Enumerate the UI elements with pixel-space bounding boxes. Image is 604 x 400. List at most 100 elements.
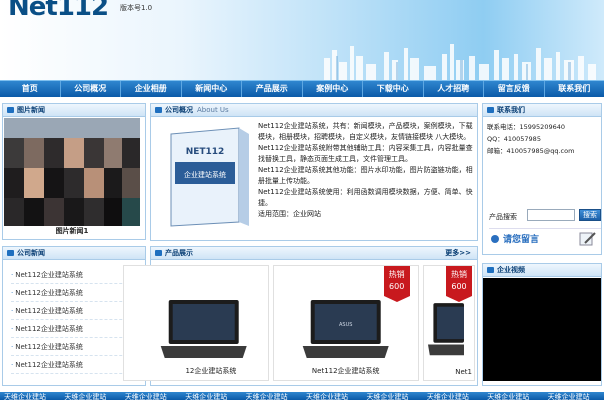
nav-cases[interactable]: 案例中心 — [303, 81, 363, 97]
photo-news-title: 图片新闻 — [17, 106, 45, 114]
site-header: Net112 版本号1.0 — [0, 0, 604, 80]
contact-phone: 联系电话：15995209640 — [487, 123, 565, 131]
badge-price: 600 — [389, 282, 405, 291]
list-item-label: Net112企业建站系统 — [15, 343, 83, 351]
software-box-image[interactable]: NET112 企业建站系统 — [159, 122, 256, 232]
guestbook-link[interactable]: 请您留言 — [489, 228, 601, 248]
nav-guestbook[interactable]: 留言反馈 — [484, 81, 545, 97]
list-item[interactable]: · Net112企业建站系统 — [11, 284, 137, 302]
main-nav: 首页 公司概况 企业相册 新闻中心 产品展示 案例中心 下载中心 人才招聘 留言… — [0, 80, 604, 97]
about-panel: 公司概况 About Us NET112 企业建站系统 Net112企业建站系统，… — [150, 103, 478, 241]
badge-label: 热销 — [451, 270, 467, 279]
pencil-note-icon — [579, 232, 596, 246]
laptop-image — [427, 303, 464, 356]
nav-downloads[interactable]: 下载中心 — [363, 81, 424, 97]
footer-link[interactable]: 天维企业建站 — [544, 392, 604, 400]
contact-info: 联系电话：15995209640 QQ：410057985 邮箱：4100579… — [483, 117, 601, 161]
product-card[interactable]: 热销 600 ASUS Net112企业建站系统 — [272, 265, 419, 381]
list-item-label: Net112企业建站系统 — [15, 361, 83, 369]
badge-price: 600 — [451, 282, 467, 291]
bullet-icon: · — [11, 343, 14, 351]
search-button[interactable]: 搜索 — [579, 209, 601, 221]
site-logo[interactable]: Net112 — [8, 0, 109, 22]
square-icon — [487, 267, 494, 273]
video-header: 企业视频 — [483, 264, 601, 277]
square-icon — [155, 107, 162, 113]
square-icon — [487, 107, 494, 113]
footer-link[interactable]: 天维企业建站 — [242, 392, 302, 400]
about-paragraph: Net112企业建站系统附带其他辅助工具：内容采集工具，内容批量查找替换工具，静… — [258, 144, 473, 163]
contact-qq: QQ：410057985 — [487, 135, 541, 143]
footer-link[interactable]: 天维企业建站 — [0, 392, 60, 400]
footer-links: 天维企业建站 天维企业建站 天维企业建站 天维企业建站 天维企业建站 天维企业建… — [0, 392, 604, 400]
about-header: 公司概况 About Us — [151, 104, 477, 117]
version-label: 版本号1.0 — [120, 4, 153, 12]
list-item[interactable]: · Net112企业建站系统 — [11, 320, 137, 338]
list-item-label: Net112企业建站系统 — [15, 307, 83, 315]
company-news-title: 公司新闻 — [17, 249, 45, 257]
search-label: 产品搜索 — [489, 213, 517, 221]
product-search-input[interactable] — [527, 209, 575, 221]
product-name: Net112企业建站系统 — [311, 367, 380, 375]
box-brand: NET112 — [186, 147, 225, 157]
list-item[interactable]: · Net112企业建站系统 — [11, 356, 137, 374]
hot-sale-badge: 热销 600 — [446, 266, 472, 302]
bullet-icon: · — [11, 307, 14, 315]
laptop-image: ASUS — [302, 300, 389, 358]
about-paragraph: 适用范围：企业网站 — [258, 210, 321, 218]
nav-home[interactable]: 首页 — [0, 81, 61, 97]
nav-products[interactable]: 产品展示 — [242, 81, 303, 97]
svg-text:ASUS: ASUS — [339, 322, 352, 328]
list-item[interactable]: · Net112企业建站系统 — [11, 338, 137, 356]
bullet-icon: · — [11, 271, 14, 279]
city-skyline-image — [324, 44, 596, 80]
footer-link[interactable]: 天维企业建站 — [302, 392, 362, 400]
list-item-label: Net112企业建站系统 — [15, 289, 83, 297]
about-paragraph: Net112企业建站系统其他功能：图片水印功能，图片防盗链功能，相册批量上传功能… — [258, 166, 473, 185]
square-icon — [7, 250, 14, 256]
nav-contact[interactable]: 联系我们 — [545, 81, 604, 97]
video-player[interactable] — [483, 278, 601, 381]
contact-header: 联系我们 — [483, 104, 601, 117]
product-name: 12企业建站系统 — [185, 367, 237, 375]
footer-link[interactable]: 天维企业建站 — [181, 392, 241, 400]
footer-link[interactable]: 天维企业建站 — [483, 392, 543, 400]
laptop-image — [160, 300, 247, 358]
footer-link[interactable]: 天维企业建站 — [423, 392, 483, 400]
contact-title: 联系我们 — [497, 106, 525, 114]
products-title: 产品展示 — [165, 249, 193, 257]
news-photo[interactable] — [4, 118, 140, 226]
product-card[interactable]: 热销 600 Net1 — [422, 265, 475, 381]
nav-album[interactable]: 企业相册 — [121, 81, 182, 97]
footer-link[interactable]: 天维企业建站 — [121, 392, 181, 400]
more-link[interactable]: 更多>> — [445, 247, 471, 259]
contact-email[interactable]: 邮箱：410057985@qq.com — [487, 145, 597, 157]
nav-company[interactable]: 公司概况 — [61, 81, 121, 97]
photo-caption[interactable]: 图片新闻1 — [4, 226, 140, 236]
about-text: Net112企业建站系统，共有：新闻模块，产品模块，案例模块，下载模块，相册模块… — [258, 121, 473, 220]
square-icon — [155, 250, 162, 256]
pixelated-crowd-image — [4, 118, 140, 226]
about-subtitle: About Us — [197, 106, 229, 114]
contact-panel: 联系我们 联系电话：15995209640 QQ：410057985 邮箱：41… — [482, 103, 602, 255]
bullet-icon: · — [11, 289, 14, 297]
list-item[interactable]: · Net112企业建站系统 — [11, 266, 137, 284]
list-item[interactable]: · Net112企业建站系统 — [11, 302, 137, 320]
products-row: 12企业建站系统 热销 600 ASUS Net112企业建站系统 热销 600 N… — [123, 261, 477, 385]
footer-link[interactable]: 天维企业建站 — [362, 392, 422, 400]
video-panel: 企业视频 — [482, 263, 602, 386]
products-panel: 产品展示 更多>> 12企业建站系统 热销 600 ASUS Net112企业建站系… — [123, 246, 478, 386]
about-title: 公司概况 — [165, 106, 193, 114]
nav-jobs[interactable]: 人才招聘 — [424, 81, 484, 97]
list-item-label: Net112企业建站系统 — [15, 325, 83, 333]
bullet-icon: · — [11, 361, 14, 369]
product-card[interactable]: 12企业建站系统 — [123, 265, 269, 381]
about-paragraph: Net112企业建站系统使用：利用函数调用模块数据，方便、简单、快捷。 — [258, 188, 473, 207]
bullet-icon: · — [11, 325, 14, 333]
badge-label: 热销 — [388, 270, 405, 279]
arrow-icon — [491, 235, 499, 243]
about-paragraph: Net112企业建站系统，共有：新闻模块，产品模块，案例模块，下载模块，相册模块… — [258, 122, 473, 141]
nav-news[interactable]: 新闻中心 — [182, 81, 242, 97]
company-news-header: 公司新闻 — [3, 247, 145, 260]
footer-link[interactable]: 天维企业建站 — [60, 392, 120, 400]
